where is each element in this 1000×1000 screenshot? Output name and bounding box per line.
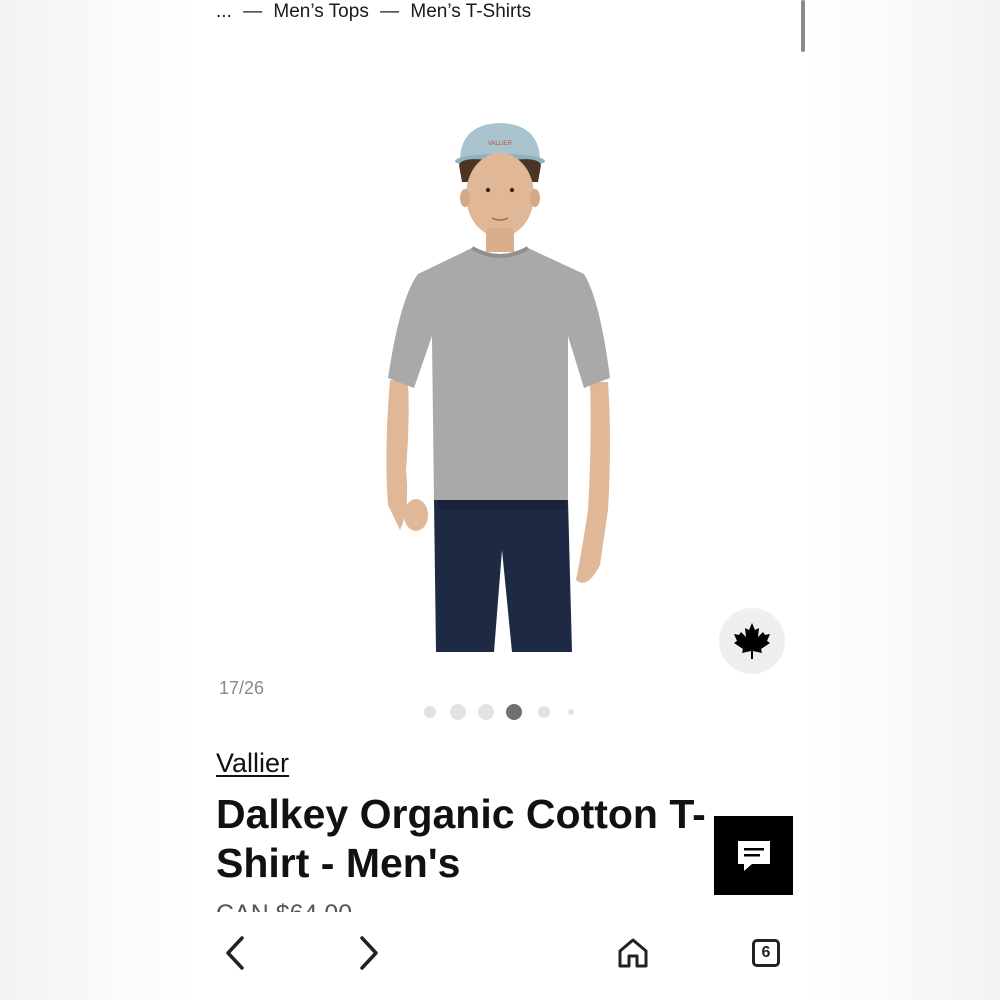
product-title: Dalkey Organic Cotton T-Shirt - Men's	[216, 791, 706, 886]
carousel-dot[interactable]	[478, 704, 494, 720]
browser-bottom-toolbar: 6	[192, 912, 810, 1000]
tabs-button[interactable]: 6	[741, 928, 791, 978]
back-icon	[226, 936, 244, 970]
forward-icon	[360, 936, 378, 970]
forward-button[interactable]	[343, 928, 393, 978]
brand-link[interactable]: Vallier	[216, 748, 289, 779]
image-counter: 17/26	[219, 678, 265, 698]
carousel-dot[interactable]	[450, 704, 466, 720]
breadcrumb-separator: —	[380, 1, 400, 22]
carousel-dot-active[interactable]	[506, 704, 522, 720]
browser-viewport: ... — Men’s Tops — Men’s T-Shirts VALLIE…	[192, 0, 810, 1000]
made-in-canada-badge[interactable]	[719, 608, 785, 674]
product-image[interactable]: VALLIER	[362, 110, 652, 652]
breadcrumb: ... — Men’s Tops — Men’s T-Shirts	[216, 1, 537, 23]
carousel-dots	[422, 703, 582, 721]
tab-count: 6	[761, 944, 771, 961]
tabs-icon: 6	[752, 939, 780, 967]
breadcrumb-mens-tops[interactable]: Men’s Tops	[273, 1, 368, 22]
chat-icon	[737, 840, 770, 871]
home-button[interactable]	[608, 928, 658, 978]
maple-leaf-icon	[734, 623, 770, 659]
scroll-indicator[interactable]	[801, 0, 805, 52]
home-icon	[618, 938, 648, 968]
carousel-dot[interactable]	[568, 709, 574, 715]
chat-button[interactable]	[714, 816, 793, 895]
carousel-dot[interactable]	[424, 706, 436, 718]
back-button[interactable]	[211, 928, 261, 978]
breadcrumb-ellipsis[interactable]: ...	[216, 1, 232, 22]
breadcrumb-mens-tshirts[interactable]: Men’s T-Shirts	[410, 1, 531, 22]
carousel-dot[interactable]	[538, 706, 550, 718]
breadcrumb-separator: —	[243, 1, 263, 22]
svg-text:VALLIER: VALLIER	[488, 141, 513, 147]
